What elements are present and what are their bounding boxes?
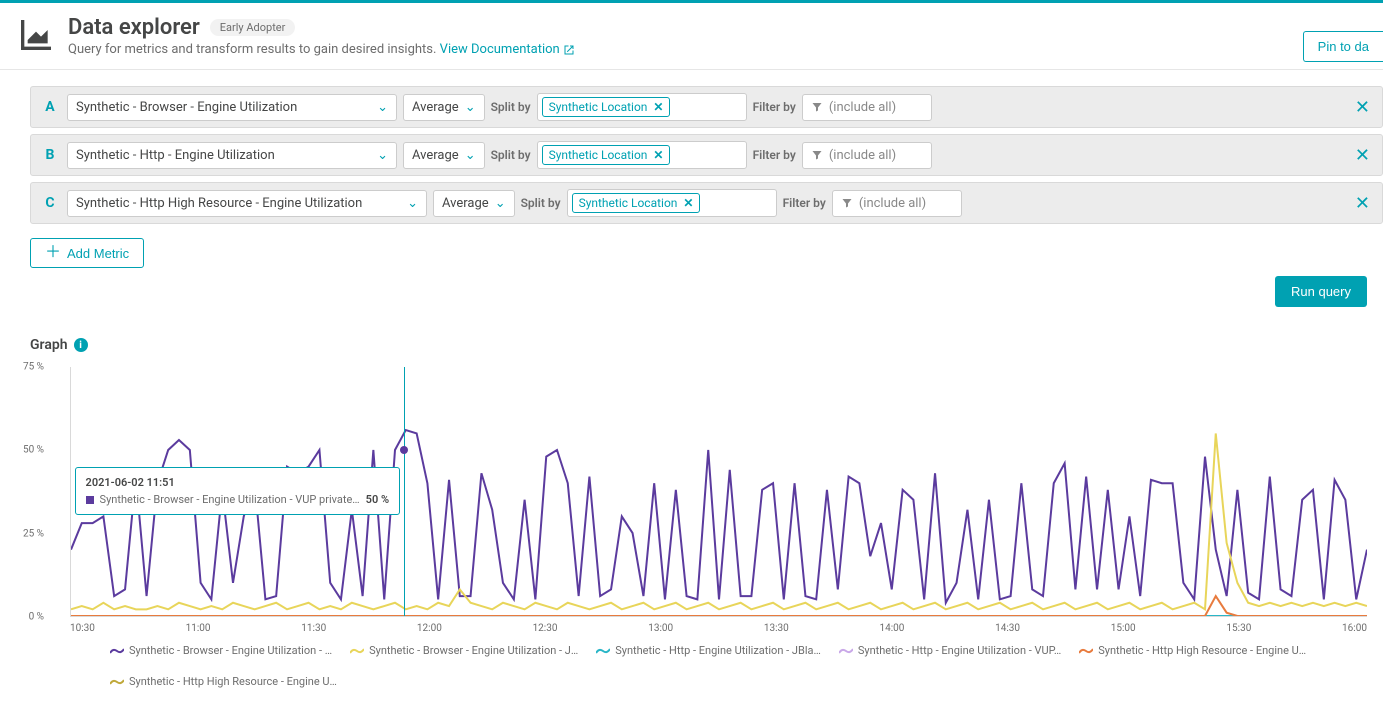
chevron-down-icon: ⌄ bbox=[465, 100, 476, 115]
legend-item[interactable]: Synthetic - Http - Engine Utilization - … bbox=[839, 644, 1061, 657]
chevron-down-icon: ⌄ bbox=[495, 196, 506, 211]
split-by-input-c[interactable]: Synthetic Location ✕ bbox=[567, 189, 777, 217]
legend-line-icon bbox=[839, 647, 853, 655]
chart-area-icon bbox=[16, 15, 56, 55]
run-query-button[interactable]: Run query bbox=[1275, 276, 1367, 307]
remove-metric-a-button[interactable]: ✕ bbox=[1351, 97, 1374, 118]
metric-select-b[interactable]: Synthetic - Http - Engine Utilization ⌄ bbox=[67, 142, 397, 169]
legend-line-icon bbox=[350, 647, 364, 655]
metric-letter: C bbox=[39, 195, 61, 211]
filter-input-b[interactable]: (include all) bbox=[802, 142, 932, 169]
x-tick: 13:00 bbox=[648, 623, 673, 634]
aggregation-select-a[interactable]: Average ⌄ bbox=[403, 94, 485, 121]
x-axis: 10:30 11:00 11:30 12:00 12:30 13:00 13:30 14:00… bbox=[70, 623, 1367, 634]
chart-tooltip: 2021-06-02 11:51 Synthetic - Browser - E… bbox=[75, 467, 401, 515]
filter-icon bbox=[841, 197, 853, 209]
chart-legend: Synthetic - Browser - Engine Utilization… bbox=[110, 644, 1367, 688]
x-tick: 12:00 bbox=[417, 623, 442, 634]
metric-row-b: B Synthetic - Http - Engine Utilization … bbox=[30, 134, 1383, 176]
remove-chip-icon[interactable]: ✕ bbox=[683, 196, 693, 210]
graph-section: Graph i 75 % 50 % 25 % 0 % 2021-06-02 11… bbox=[30, 337, 1383, 688]
filter-icon bbox=[811, 101, 823, 113]
split-chip[interactable]: Synthetic Location ✕ bbox=[542, 97, 671, 117]
chevron-down-icon: ⌄ bbox=[407, 196, 418, 211]
metric-letter: B bbox=[39, 147, 61, 163]
split-by-input-a[interactable]: Synthetic Location ✕ bbox=[537, 93, 747, 121]
external-link-icon bbox=[563, 44, 575, 56]
metric-row-c: C Synthetic - Http High Resource - Engin… bbox=[30, 182, 1383, 224]
metric-select-c[interactable]: Synthetic - Http High Resource - Engine … bbox=[67, 190, 427, 217]
split-chip[interactable]: Synthetic Location ✕ bbox=[572, 193, 701, 213]
view-documentation-link[interactable]: View Documentation bbox=[440, 42, 575, 57]
subtitle: Query for metrics and transform results … bbox=[68, 42, 1367, 57]
swatch-icon bbox=[86, 496, 94, 504]
legend-line-icon bbox=[596, 647, 610, 655]
hover-point bbox=[400, 446, 408, 454]
legend-item[interactable]: Synthetic - Http High Resource - Engine … bbox=[110, 675, 337, 688]
metric-letter: A bbox=[39, 99, 61, 115]
legend-item[interactable]: Synthetic - Browser - Engine Utilization… bbox=[110, 644, 332, 657]
legend-item[interactable]: Synthetic - Http High Resource - Engine … bbox=[1079, 644, 1306, 657]
chart-plot[interactable]: 2021-06-02 11:51 Synthetic - Browser - E… bbox=[70, 367, 1367, 617]
x-tick: 11:30 bbox=[301, 623, 326, 634]
x-tick: 10:30 bbox=[70, 623, 95, 634]
info-icon[interactable]: i bbox=[74, 338, 88, 352]
legend-line-icon bbox=[110, 678, 124, 686]
graph-heading: Graph bbox=[30, 337, 68, 353]
page-header: Data explorer Early Adopter Query for me… bbox=[0, 3, 1383, 70]
filter-by-label: Filter by bbox=[753, 100, 796, 114]
legend-line-icon bbox=[110, 647, 124, 655]
filter-input-a[interactable]: (include all) bbox=[802, 94, 932, 121]
metric-row-a: A Synthetic - Browser - Engine Utilizati… bbox=[30, 86, 1383, 128]
x-tick: 12:30 bbox=[533, 623, 558, 634]
split-by-label: Split by bbox=[491, 100, 531, 114]
plus-icon: ＋ bbox=[45, 245, 61, 261]
aggregation-select-b[interactable]: Average ⌄ bbox=[403, 142, 485, 169]
x-tick: 16:00 bbox=[1342, 623, 1367, 634]
remove-chip-icon[interactable]: ✕ bbox=[653, 148, 663, 162]
filter-input-c[interactable]: (include all) bbox=[832, 190, 962, 217]
metric-select-a[interactable]: Synthetic - Browser - Engine Utilization… bbox=[67, 94, 397, 121]
aggregation-select-c[interactable]: Average ⌄ bbox=[433, 190, 515, 217]
remove-chip-icon[interactable]: ✕ bbox=[653, 100, 663, 114]
chevron-down-icon: ⌄ bbox=[377, 148, 388, 163]
x-tick: 14:00 bbox=[879, 623, 904, 634]
remove-metric-b-button[interactable]: ✕ bbox=[1351, 145, 1374, 166]
x-tick: 14:30 bbox=[995, 623, 1020, 634]
legend-line-icon bbox=[1079, 647, 1093, 655]
split-chip[interactable]: Synthetic Location ✕ bbox=[542, 145, 671, 165]
x-tick: 15:30 bbox=[1226, 623, 1251, 634]
split-by-label: Split by bbox=[491, 148, 531, 162]
pin-to-dashboard-button[interactable]: Pin to da bbox=[1303, 31, 1383, 62]
page-title: Data explorer bbox=[68, 15, 200, 40]
x-tick: 13:30 bbox=[764, 623, 789, 634]
chevron-down-icon: ⌄ bbox=[377, 100, 388, 115]
filter-icon bbox=[811, 149, 823, 161]
chevron-down-icon: ⌄ bbox=[465, 148, 476, 163]
remove-metric-c-button[interactable]: ✕ bbox=[1351, 193, 1374, 214]
x-tick: 11:00 bbox=[186, 623, 211, 634]
legend-item[interactable]: Synthetic - Browser - Engine Utilization… bbox=[350, 644, 578, 657]
x-tick: 15:00 bbox=[1111, 623, 1136, 634]
split-by-input-b[interactable]: Synthetic Location ✕ bbox=[537, 141, 747, 169]
legend-item[interactable]: Synthetic - Http - Engine Utilization - … bbox=[596, 644, 821, 657]
hover-vline bbox=[404, 367, 405, 616]
filter-by-label: Filter by bbox=[753, 148, 796, 162]
filter-by-label: Filter by bbox=[783, 196, 826, 210]
y-axis: 75 % 50 % 25 % 0 % bbox=[4, 367, 44, 617]
add-metric-button[interactable]: ＋ Add Metric bbox=[30, 238, 144, 268]
split-by-label: Split by bbox=[521, 196, 561, 210]
early-adopter-badge: Early Adopter bbox=[210, 19, 296, 36]
